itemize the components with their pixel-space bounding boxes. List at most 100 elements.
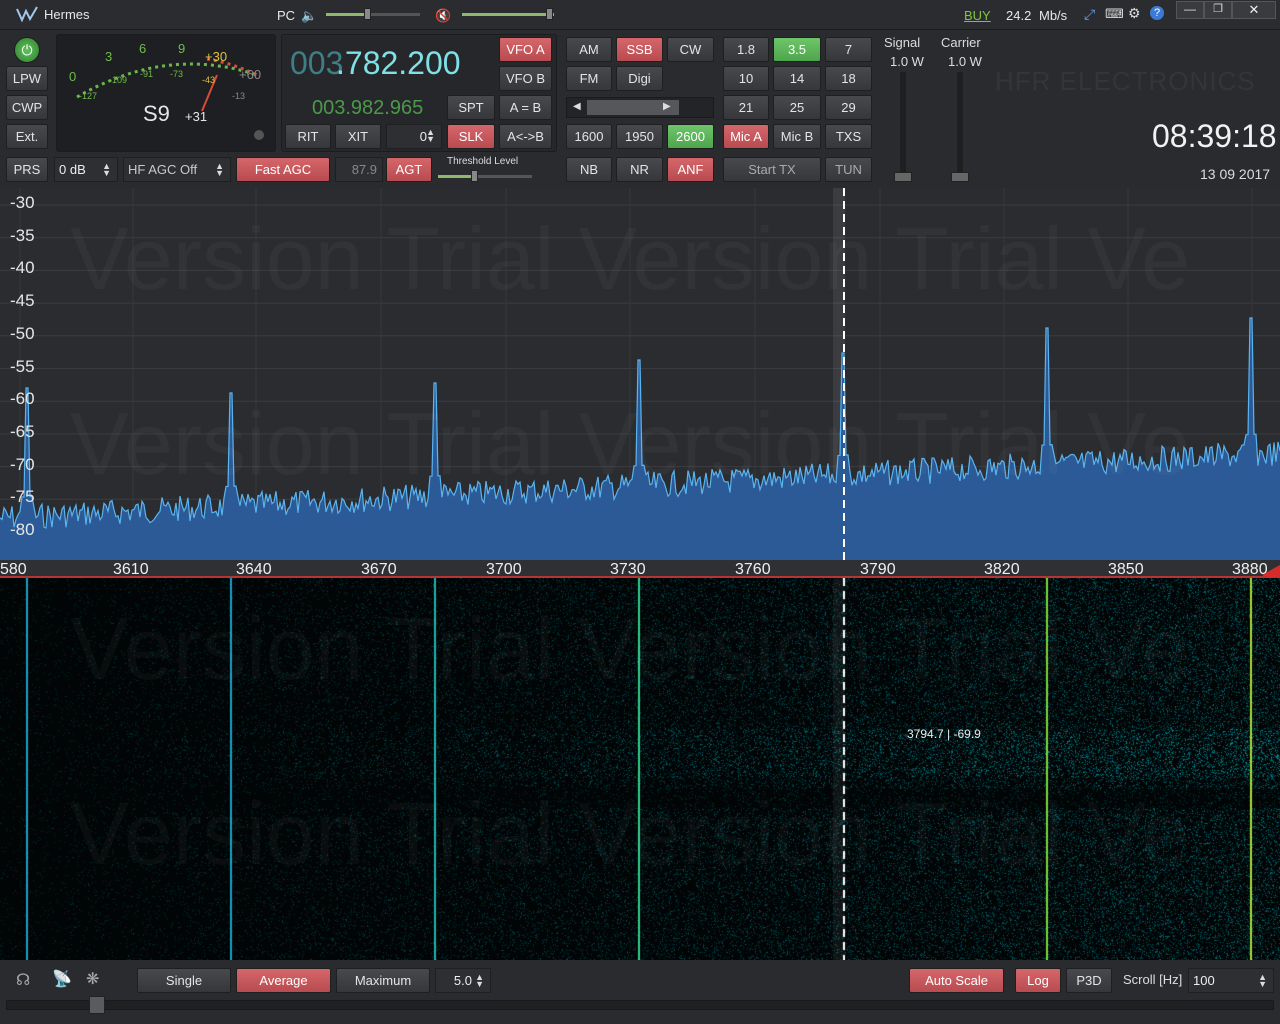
mode-fm-button[interactable]: FM (566, 66, 612, 91)
speaker-icon[interactable]: 🔈 (301, 8, 317, 24)
x-axis-label: 3730 (610, 561, 646, 578)
title-bar: Hermes PC 🔈 🔇 BUY 24.2 Mb/s ⤢ ⌨ ⚙ ? — ❐ … (0, 0, 1280, 30)
meter-tick: -43 (202, 75, 216, 85)
filter-1600-button[interactable]: 1600 (566, 124, 612, 149)
slk-button[interactable]: SLK (447, 124, 495, 149)
filter-2600-button[interactable]: 2600 (667, 124, 714, 149)
prs-button[interactable]: PRS (6, 157, 48, 182)
buy-link[interactable]: BUY (964, 8, 991, 23)
p3d-button[interactable]: P3D (1066, 968, 1112, 993)
scroll-right-icon[interactable]: ▶ (663, 101, 671, 112)
band-button[interactable]: 25 (773, 95, 821, 120)
meter-tick: -127 (79, 91, 98, 101)
vfo-main-frequency[interactable]: .782.200 (336, 45, 461, 82)
vfo-sub-frequency[interactable]: 003.982.965 (312, 97, 423, 120)
x-axis-label: 3850 (1108, 561, 1144, 578)
filter-1950-button[interactable]: 1950 (616, 124, 663, 149)
band-button[interactable]: 7 (825, 37, 872, 62)
mode-am-button[interactable]: AM (566, 37, 612, 62)
vfo-swap-button[interactable]: A<->B (499, 124, 552, 149)
spectrum-display[interactable]: Version Trial Version Trial Ve Version T… (0, 188, 1280, 560)
signal-label: Signal (884, 35, 921, 50)
zoom-slider-thumb[interactable] (89, 996, 105, 1014)
mode-cw-button[interactable]: CW (667, 37, 714, 62)
single-button[interactable]: Single (137, 968, 231, 993)
headset-icon[interactable]: ☊ (16, 970, 30, 990)
film-reel-icon[interactable]: ❋ (86, 969, 99, 989)
restore-button[interactable]: ❐ (1204, 1, 1232, 19)
tune-button[interactable]: TUN (825, 157, 872, 182)
maximum-button[interactable]: Maximum (336, 968, 430, 993)
band-button[interactable]: 14 (773, 66, 821, 91)
x-axis-label: 3610 (113, 561, 149, 578)
log-button[interactable]: Log (1015, 968, 1061, 993)
auto-scale-button[interactable]: Auto Scale (909, 968, 1004, 993)
vfo-b-button[interactable]: VFO B (499, 66, 552, 91)
mode-digi-button[interactable]: Digi (616, 66, 663, 91)
nb-button[interactable]: NB (566, 157, 612, 182)
waterfall-canvas[interactable] (0, 578, 1280, 960)
waterfall-display[interactable]: Version Trial Version Trial Ve Version T… (0, 578, 1280, 960)
fullscreen-icon[interactable]: ⤢ (1084, 6, 1095, 23)
fast-agc-button[interactable]: Fast AGC (236, 157, 330, 182)
audio-volume-slider[interactable] (462, 8, 554, 20)
band-button[interactable]: 29 (825, 95, 872, 120)
spectrum-fill (0, 318, 1280, 560)
gain-select[interactable]: 0 dB ▲ ▼ (54, 157, 118, 182)
ext-button[interactable]: Ext. (6, 124, 48, 149)
help-icon[interactable]: ? (1150, 6, 1164, 20)
average-button[interactable]: Average (236, 968, 331, 993)
a-equals-b-button[interactable]: A = B (499, 95, 552, 120)
threshold-slider[interactable] (438, 170, 532, 182)
nr-button[interactable]: NR (616, 157, 663, 182)
spt-button[interactable]: SPT (447, 95, 495, 120)
antenna-icon[interactable]: 📡 (52, 969, 72, 989)
cwp-button[interactable]: CWP (6, 95, 48, 120)
s-meter-value: S9 (143, 101, 170, 126)
pc-volume-slider[interactable] (326, 8, 420, 20)
band-button[interactable]: 10 (723, 66, 769, 91)
x-axis-label: 3670 (361, 561, 397, 578)
band-button[interactable]: 21 (723, 95, 769, 120)
frequency-axis[interactable]: 580 3610 3640 3670 3700 3730 3760 3790 3820 3850 3… (0, 560, 1280, 585)
band-button[interactable]: 3.5 (773, 37, 821, 62)
start-tx-button[interactable]: Start TX (723, 157, 821, 182)
minimize-button[interactable]: — (1176, 1, 1204, 19)
agt-button[interactable]: AGT (386, 157, 432, 182)
anf-button[interactable]: ANF (667, 157, 714, 182)
close-button[interactable]: ✕ (1232, 1, 1276, 19)
agc-level-field[interactable]: 87.9 (335, 157, 383, 182)
scroll-hz-select[interactable]: 100 ▲ ▼ (1188, 968, 1274, 993)
lpw-button[interactable]: LPW (6, 66, 48, 91)
rit-offset-stepper[interactable]: 0 ▲ ▼ (386, 124, 442, 149)
band-button[interactable]: 18 (825, 66, 872, 91)
power-button[interactable]: ⏻ (14, 37, 40, 63)
spectrum-plot[interactable] (0, 188, 1280, 560)
agc-mode-select[interactable]: HF AGC Off ▲ ▼ (123, 157, 231, 182)
average-value-stepper[interactable]: 5.0 ▲ ▼ (435, 968, 491, 993)
x-axis-label: 3820 (984, 561, 1020, 578)
average-value: 5.0 (453, 973, 472, 988)
data-rate: 24.2 (1006, 8, 1032, 23)
band-button[interactable]: 1.8 (723, 37, 769, 62)
clock-time: 08:39:18 (1152, 118, 1277, 154)
scroll-left-icon[interactable]: ◀ (573, 101, 581, 112)
carrier-power-slider[interactable] (951, 72, 969, 182)
y-axis-label: -75 (10, 487, 35, 507)
mic-a-button[interactable]: Mic A (723, 124, 769, 149)
vfo-a-button[interactable]: VFO A (499, 37, 552, 62)
txs-button[interactable]: TXS (825, 124, 872, 149)
speaker-mute-icon[interactable]: 🔇 (435, 8, 451, 24)
mode-ssb-button[interactable]: SSB (616, 37, 663, 62)
rit-button[interactable]: RIT (285, 124, 331, 149)
gear-icon[interactable]: ⚙ (1128, 5, 1141, 22)
y-axis-label: -50 (10, 323, 35, 343)
y-axis-label: -35 (10, 225, 35, 245)
keyboard-icon[interactable]: ⌨ (1105, 6, 1124, 22)
meter-tick: -91 (140, 69, 154, 79)
mic-b-button[interactable]: Mic B (773, 124, 821, 149)
zoom-scrollbar[interactable] (6, 996, 1274, 1014)
xit-button[interactable]: XIT (335, 124, 381, 149)
filter-scrollbar[interactable]: ◀ ▶ (566, 97, 714, 118)
signal-power-slider[interactable] (894, 72, 912, 182)
